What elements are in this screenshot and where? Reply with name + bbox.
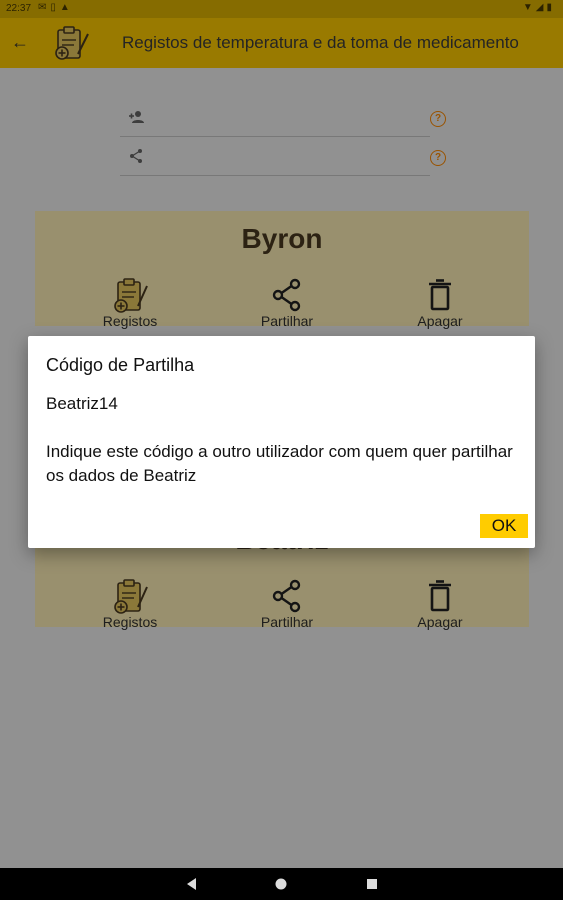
system-nav-bar: [0, 868, 563, 900]
dialog-message: Indique este código a outro utilizador c…: [46, 442, 513, 485]
home-nav-icon[interactable]: [274, 877, 288, 891]
back-nav-icon[interactable]: [185, 877, 199, 891]
recents-nav-icon[interactable]: [365, 877, 379, 891]
share-code-dialog: Código de Partilha Beatriz14 Indique est…: [28, 336, 535, 548]
share-code-value: Beatriz14: [46, 394, 118, 413]
dialog-title: Código de Partilha: [46, 355, 195, 375]
ok-button[interactable]: OK: [480, 514, 528, 538]
